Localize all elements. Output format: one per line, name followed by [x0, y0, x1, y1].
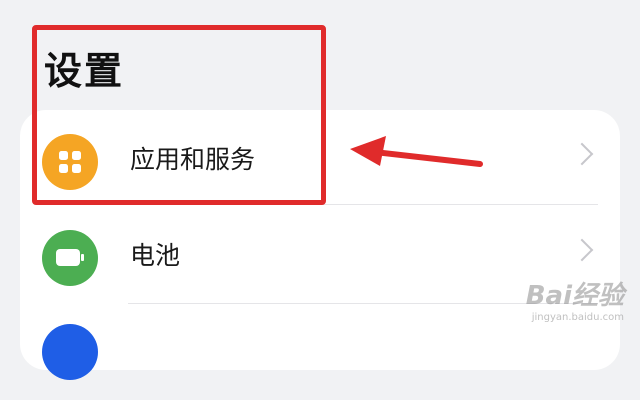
chevron-right-icon	[570, 142, 594, 166]
settings-item-label: 电池	[130, 241, 181, 270]
red-arrow-icon	[350, 136, 483, 167]
blue-circle-icon	[42, 324, 98, 380]
chevron-right-icon	[570, 238, 594, 262]
watermark-title: Bai经验	[525, 281, 624, 311]
baidu-jingyan-watermark: Bai经验 jingyan.baidu.com	[526, 275, 624, 323]
watermark-subtitle: jingyan.baidu.com	[531, 312, 624, 323]
battery-icon	[42, 230, 98, 286]
highlight-box	[32, 25, 326, 205]
